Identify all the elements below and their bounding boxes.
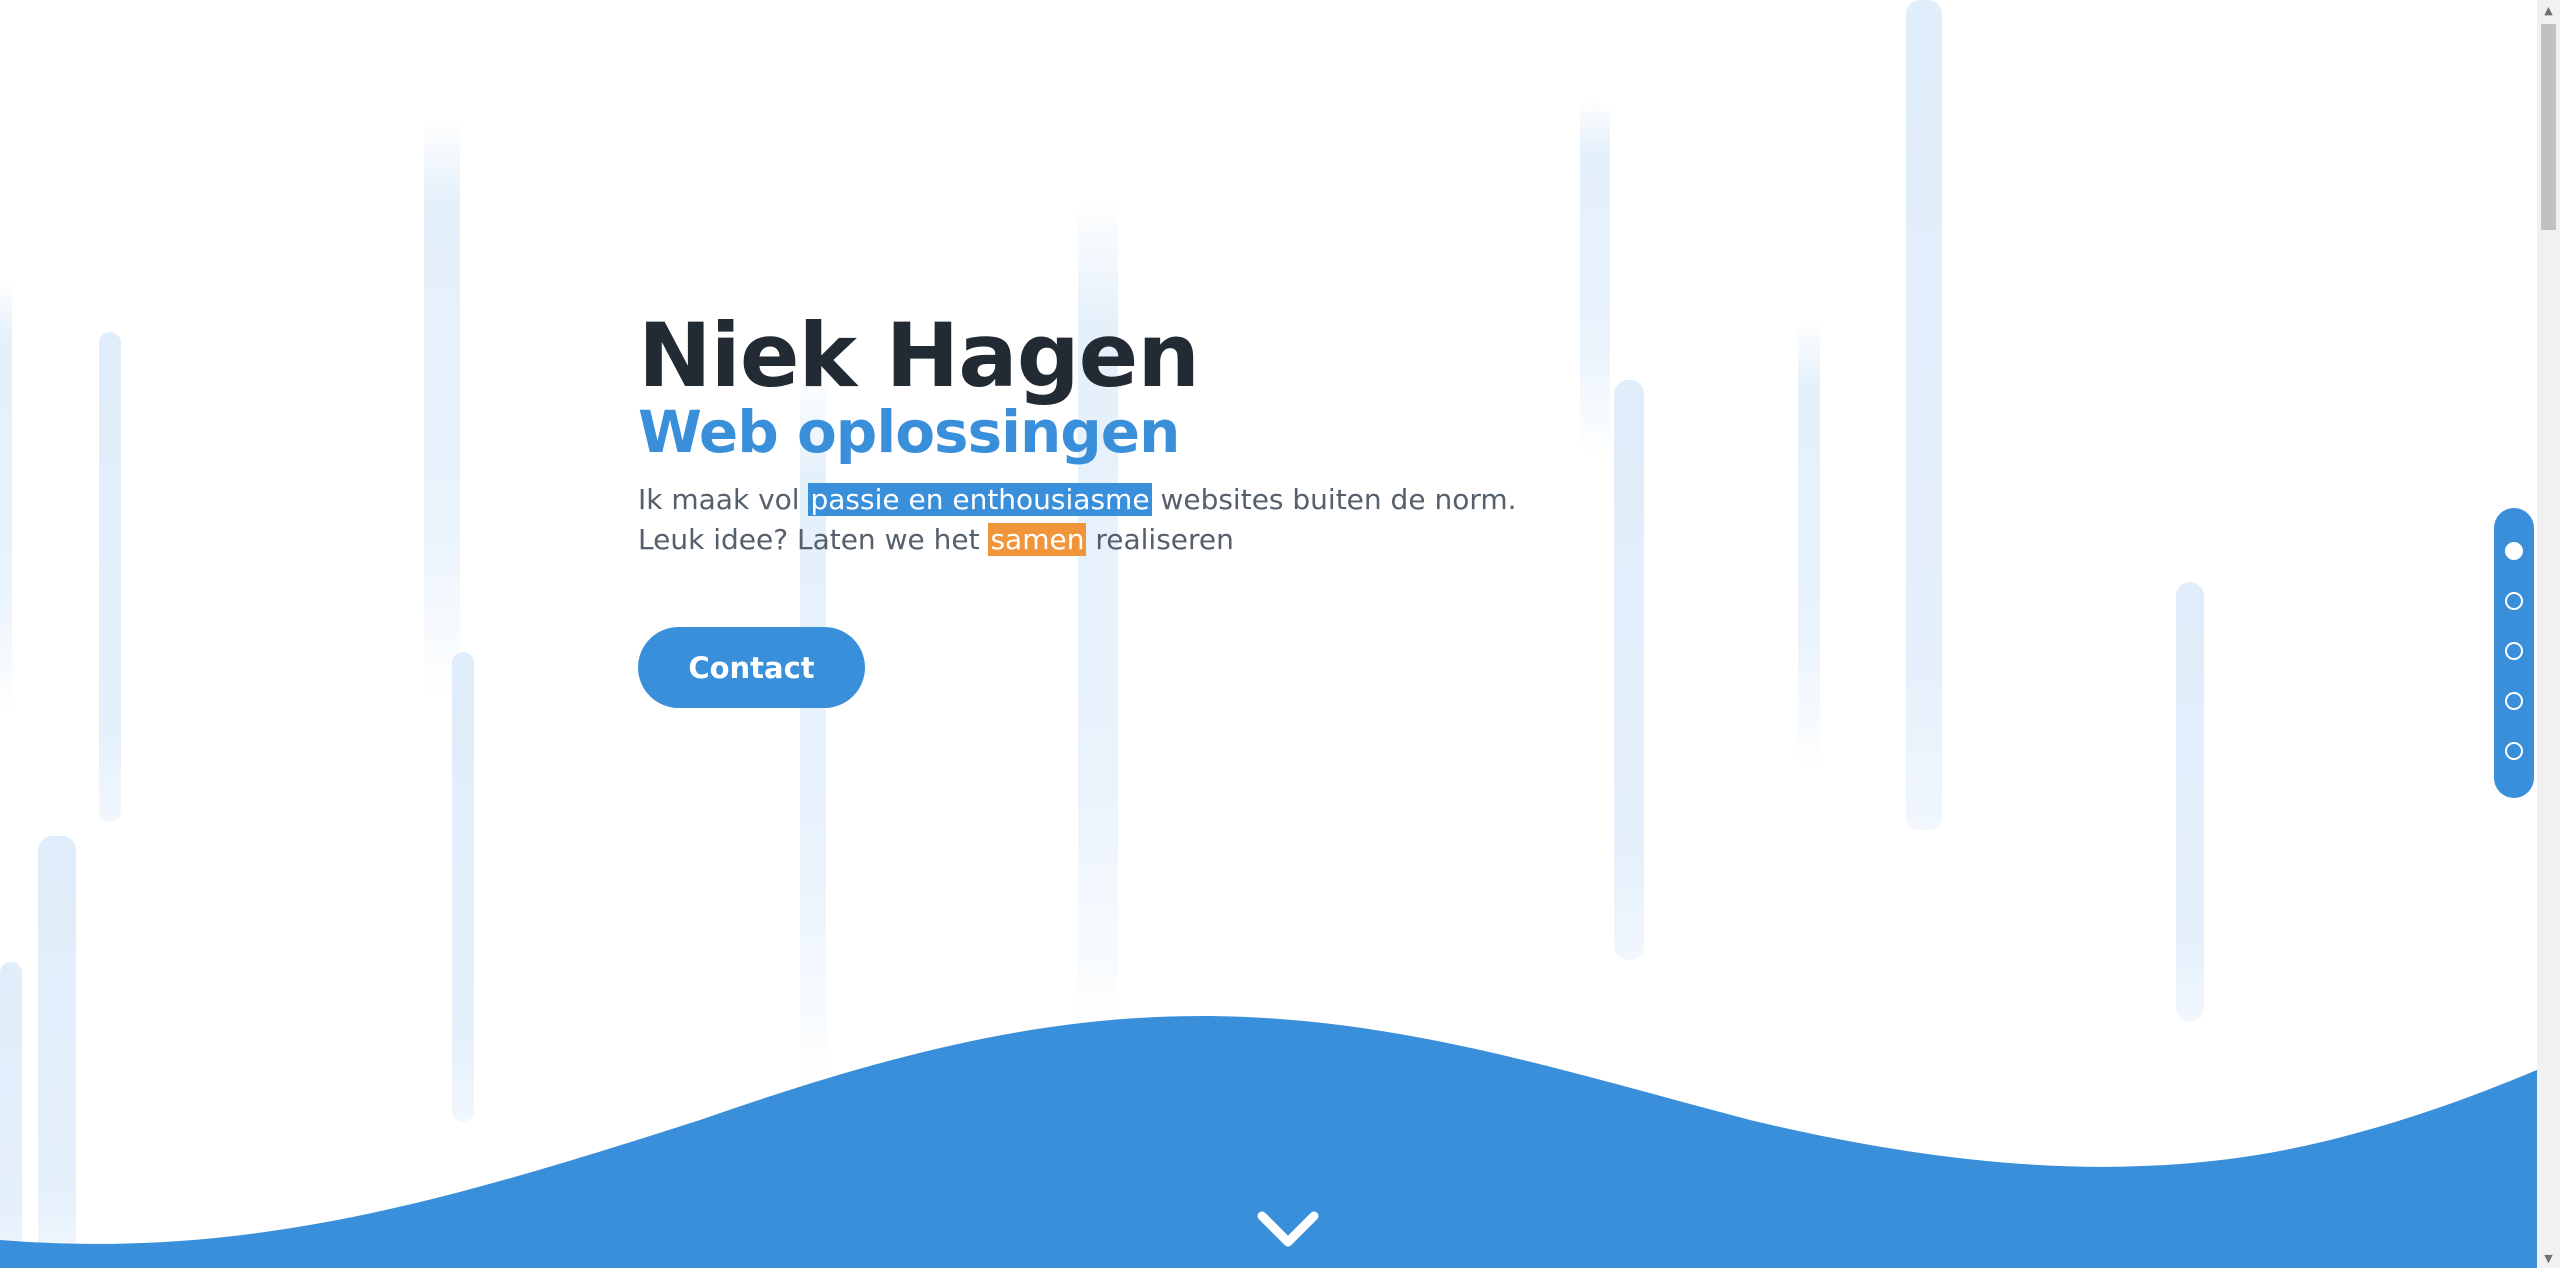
scroll-up-icon[interactable]: ▲ [2537,0,2560,20]
hero-section: Niek Hagen Web oplossingen Ik maak vol p… [0,0,2537,1268]
section-dot-3[interactable] [2505,642,2523,660]
section-dot-4[interactable] [2505,692,2523,710]
scrollbar[interactable]: ▲ ▼ [2537,0,2560,1268]
scroll-thumb[interactable] [2541,24,2556,230]
section-dot-2[interactable] [2505,592,2523,610]
section-nav [2494,508,2534,798]
wave-background [0,1015,2537,1268]
page: Niek Hagen Web oplossingen Ik maak vol p… [0,0,2560,1268]
section-dot-1[interactable] [2505,542,2523,560]
scroll-down-icon[interactable]: ▼ [2537,1248,2560,1268]
section-dot-5[interactable] [2505,742,2523,760]
chevron-down-icon[interactable] [1256,1208,1320,1252]
